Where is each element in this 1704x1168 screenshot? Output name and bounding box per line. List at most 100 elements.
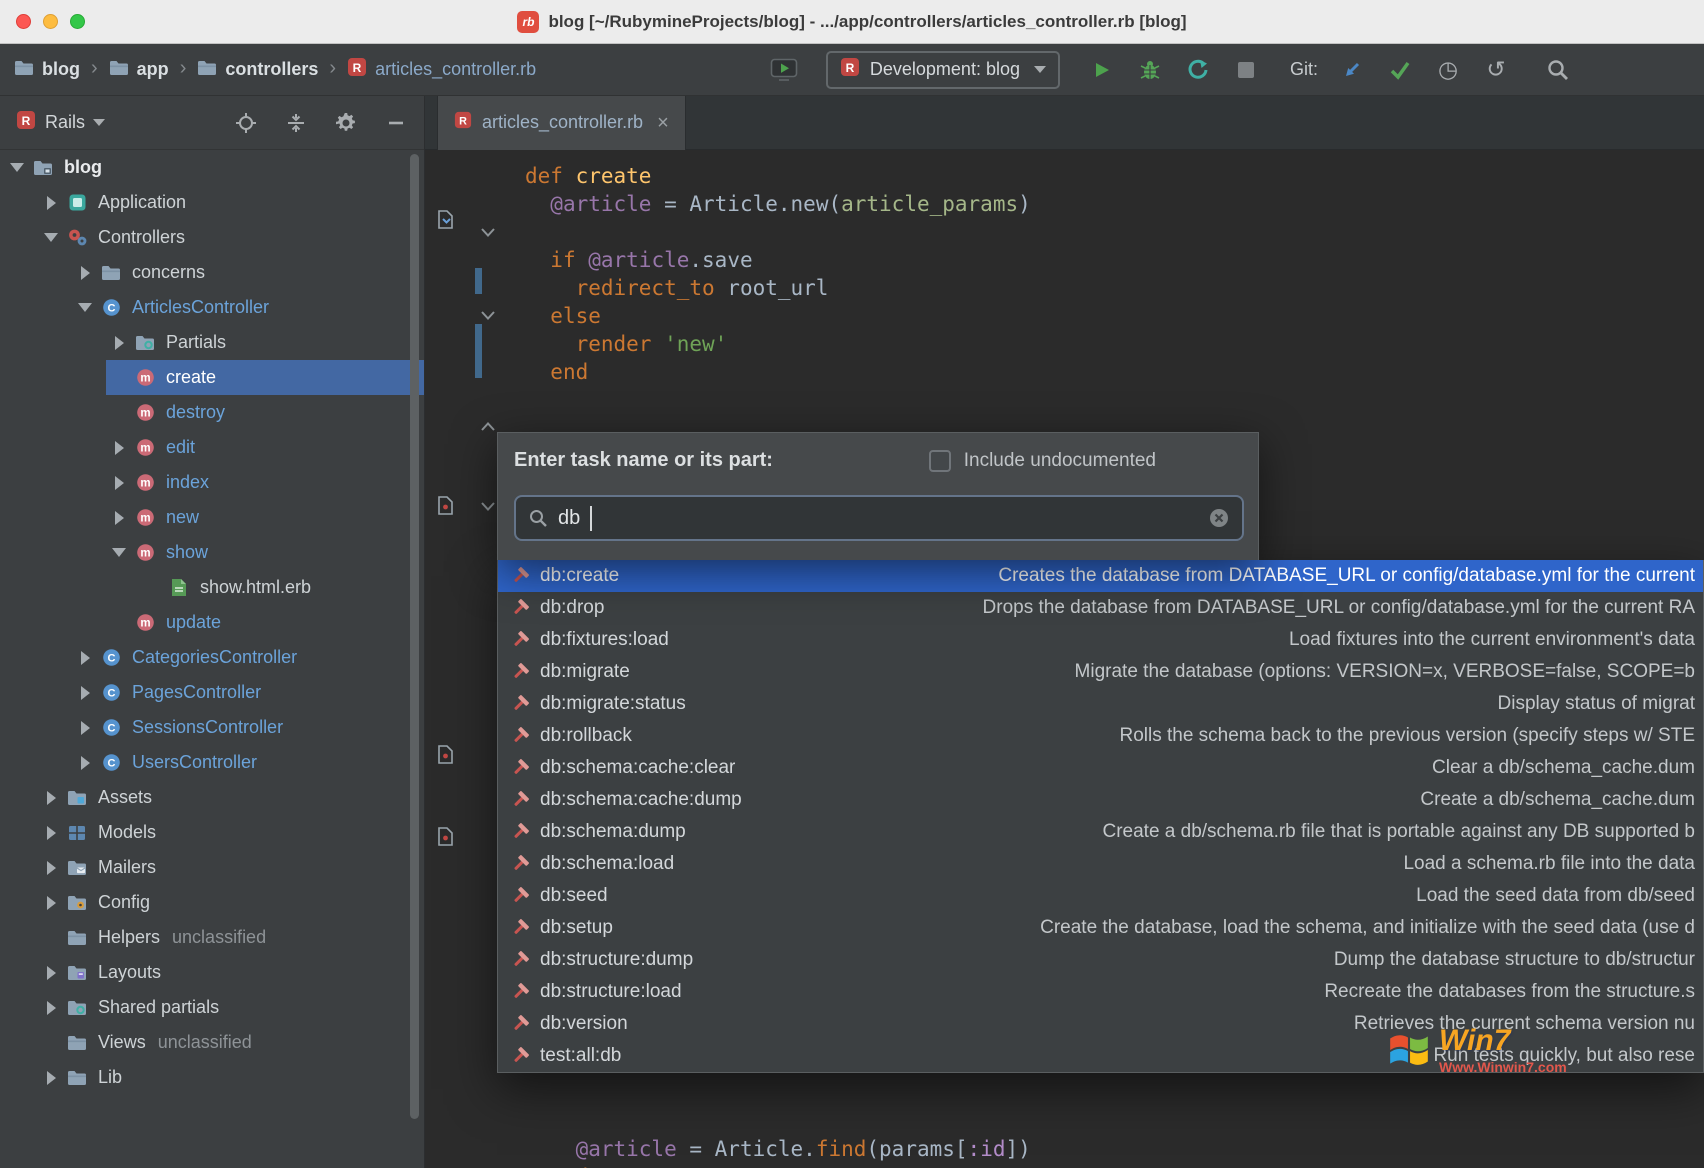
expand-arrow-right-icon[interactable] [72,756,98,770]
fold-arrow-icon[interactable] [481,307,495,325]
expand-arrow-down-icon[interactable] [4,163,30,172]
tree-item-lib[interactable]: Lib [0,1060,424,1095]
task-row-db-create[interactable]: db:createCreates the database from DATAB… [498,560,1703,592]
minimize-button[interactable] [43,14,58,29]
expand-arrow-right-icon[interactable] [38,966,64,980]
run-button[interactable] [1088,56,1116,84]
expand-arrow-right-icon[interactable] [38,1001,64,1015]
gear-icon[interactable] [334,111,358,135]
expand-arrow-down-icon[interactable] [38,233,64,242]
sidebar-scrollbar[interactable] [410,154,419,1119]
task-row-db-structure-load[interactable]: db:structure:loadRecreate the databases … [498,976,1703,1008]
include-undocumented-checkbox[interactable] [929,450,951,472]
breadcrumb-blog[interactable]: blog [14,59,80,81]
tree-item-pagescontroller[interactable]: CPagesController [0,675,424,710]
tree-item-show-html-erb[interactable]: show.html.erb [0,570,424,605]
tree-item-config[interactable]: Config [0,885,424,920]
close-button[interactable] [16,14,31,29]
task-row-db-schema-load[interactable]: db:schema:loadLoad a schema.rb file into… [498,848,1703,880]
locate-icon[interactable] [234,111,258,135]
task-row-db-rollback[interactable]: db:rollbackRolls the schema back to the … [498,720,1703,752]
tree-item-controllers[interactable]: Controllers [0,220,424,255]
tree-item-layouts[interactable]: Layouts [0,955,424,990]
debug-bug-icon[interactable] [1136,56,1164,84]
task-search-input[interactable]: db [514,495,1244,541]
tree-item-concerns[interactable]: concerns [0,255,424,290]
tree-item-update[interactable]: mupdate [0,605,424,640]
tree-item-index[interactable]: mindex [0,465,424,500]
tree-item-assets[interactable]: Assets [0,780,424,815]
expand-arrow-right-icon[interactable] [72,266,98,280]
commit-check-icon[interactable] [1386,56,1414,84]
chevron-down-icon[interactable] [93,119,105,126]
expand-arrow-right-icon[interactable] [72,651,98,665]
gutter-action-icon[interactable] [437,496,454,520]
expand-arrow-right-icon[interactable] [106,476,132,490]
hide-panel-icon[interactable] [384,111,408,135]
expand-arrow-right-icon[interactable] [38,896,64,910]
update-project-icon[interactable] [1338,56,1366,84]
expand-arrow-right-icon[interactable] [72,721,98,735]
task-row-db-drop[interactable]: db:dropDrops the database from DATABASE_… [498,592,1703,624]
tool-window-title[interactable]: Rails [45,112,85,133]
tab-articles-controller[interactable]: R articles_controller.rb × [437,96,686,150]
tree-item-articlescontroller[interactable]: CArticlesController [0,290,424,325]
clear-search-icon[interactable] [1208,507,1230,529]
tree-item-edit[interactable]: medit [0,430,424,465]
expand-arrow-right-icon[interactable] [38,196,64,210]
expand-arrow-right-icon[interactable] [106,336,132,350]
task-row-db-fixtures-load[interactable]: db:fixtures:loadLoad fixtures into the c… [498,624,1703,656]
expand-arrow-down-icon[interactable] [72,303,98,312]
fold-arrow-icon[interactable] [481,498,495,516]
history-clock-icon[interactable]: ◷ [1434,56,1462,84]
collapse-all-icon[interactable] [284,111,308,135]
expand-arrow-right-icon[interactable] [38,826,64,840]
zoom-button[interactable] [70,14,85,29]
run-with-coverage-icon[interactable] [1184,56,1212,84]
gutter-action-icon[interactable] [437,210,454,234]
tree-item-categoriescontroller[interactable]: CCategoriesController [0,640,424,675]
expand-arrow-right-icon[interactable] [72,686,98,700]
breadcrumb-app[interactable]: app [109,59,169,81]
run-configuration-select[interactable]: R Development: blog [826,51,1060,89]
expand-arrow-down-icon[interactable] [106,548,132,557]
expand-arrow-right-icon[interactable] [38,791,64,805]
task-row-db-setup[interactable]: db:setupCreate the database, load the sc… [498,912,1703,944]
fold-arrow-icon[interactable] [481,224,495,242]
task-row-db-structure-dump[interactable]: db:structure:dumpDump the database struc… [498,944,1703,976]
task-row-db-schema-dump[interactable]: db:schema:dumpCreate a db/schema.rb file… [498,816,1703,848]
fold-end-icon[interactable] [481,418,495,436]
run-anything-icon[interactable] [770,56,798,84]
breadcrumb-controllers[interactable]: controllers [197,59,318,81]
rollback-icon[interactable]: ↺ [1482,56,1510,84]
breadcrumb-articles-controller-rb[interactable]: Rarticles_controller.rb [347,57,536,82]
tree-item-shared-partials[interactable]: Shared partials [0,990,424,1025]
task-row-db-schema-cache-clear[interactable]: db:schema:cache:clearClear a db/schema_c… [498,752,1703,784]
gutter-action-icon[interactable] [437,827,454,851]
tree-item-helpers[interactable]: Helpersunclassified [0,920,424,955]
tree-item-new[interactable]: mnew [0,500,424,535]
tree-item-blog[interactable]: blog [0,150,424,185]
expand-arrow-right-icon[interactable] [106,511,132,525]
tree-item-userscontroller[interactable]: CUsersController [0,745,424,780]
tree-item-partials[interactable]: Partials [0,325,424,360]
search-everywhere-icon[interactable] [1544,56,1572,84]
expand-arrow-right-icon[interactable] [38,1071,64,1085]
tree-item-views[interactable]: Viewsunclassified [0,1025,424,1060]
tree-item-create[interactable]: mcreate [0,360,424,395]
tree-item-show[interactable]: mshow [0,535,424,570]
tree-item-mailers[interactable]: Mailers [0,850,424,885]
tree-item-sessionscontroller[interactable]: CSessionsController [0,710,424,745]
gutter-action-icon[interactable] [437,745,454,769]
tree-item-application[interactable]: Application [0,185,424,220]
task-row-db-seed[interactable]: db:seedLoad the seed data from db/seed [498,880,1703,912]
close-icon[interactable]: × [657,113,669,133]
task-row-db-schema-cache-dump[interactable]: db:schema:cache:dumpCreate a db/schema_c… [498,784,1703,816]
tree-item-models[interactable]: Models [0,815,424,850]
expand-arrow-right-icon[interactable] [106,441,132,455]
tree-item-destroy[interactable]: mdestroy [0,395,424,430]
task-row-db-migrate-status[interactable]: db:migrate:statusDisplay status of migra… [498,688,1703,720]
task-row-db-migrate[interactable]: db:migrateMigrate the database (options:… [498,656,1703,688]
stop-button[interactable] [1232,56,1260,84]
expand-arrow-right-icon[interactable] [38,861,64,875]
